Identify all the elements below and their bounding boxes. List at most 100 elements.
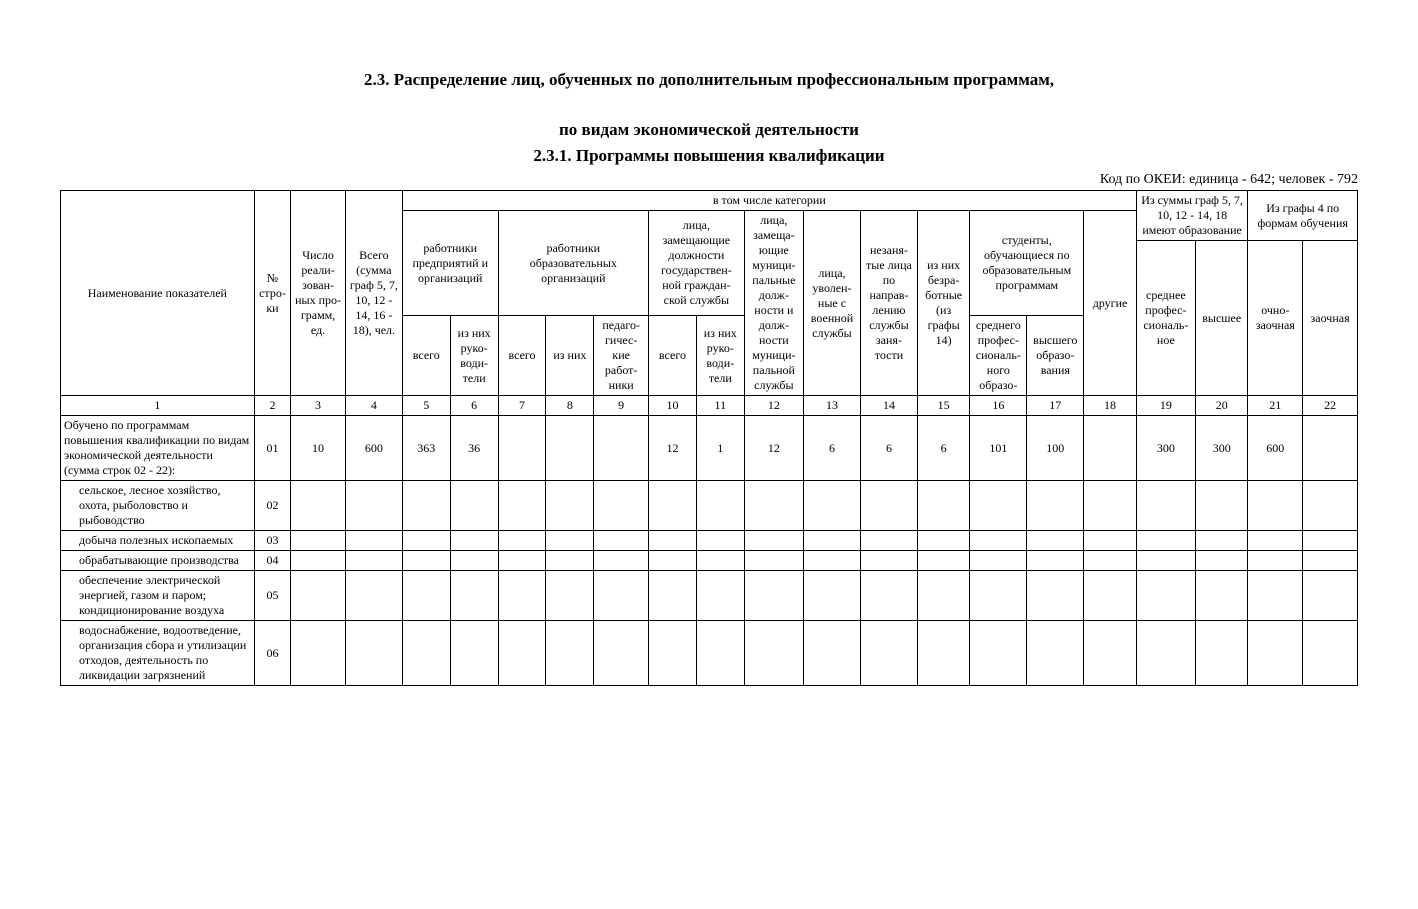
- coln-15: 15: [917, 396, 969, 416]
- cell: [594, 531, 649, 551]
- cell: [291, 551, 346, 571]
- cell: [696, 481, 744, 531]
- hdr-from-sum5: Из суммы граф 5, 7, 10, 12 - 14, 18 имею…: [1136, 191, 1248, 241]
- hdr-unemp: незаня-тые лица по направ-лению службы з…: [860, 211, 917, 396]
- cell: [291, 531, 346, 551]
- hdr-from-g4: Из графы 4 по формам обучения: [1248, 191, 1358, 241]
- cell: [402, 551, 450, 571]
- cell: [450, 481, 498, 531]
- coln-5: 5: [402, 396, 450, 416]
- cell: [498, 571, 546, 621]
- cell: [1303, 416, 1358, 481]
- hdr-ent-mgr: из них руко-води-тели: [450, 316, 498, 396]
- cell: [1303, 551, 1358, 571]
- cell: [291, 571, 346, 621]
- coln-4: 4: [345, 396, 402, 416]
- table-row: Обучено по программам повышения квалифик…: [61, 416, 1358, 481]
- cell: [594, 571, 649, 621]
- cell: [649, 571, 697, 621]
- cell: [970, 551, 1027, 571]
- cell: [860, 571, 917, 621]
- cell: [1084, 416, 1136, 481]
- cell: [1196, 481, 1248, 531]
- hdr-row-no: № стро-ки: [254, 191, 290, 396]
- cell: [696, 621, 744, 686]
- hdr-stud-spo: среднего профес-сиональ-ного образо-: [970, 316, 1027, 396]
- cell: [594, 621, 649, 686]
- table-row: обрабатывающие производства04: [61, 551, 1358, 571]
- cell: [450, 621, 498, 686]
- cell: [803, 621, 860, 686]
- hdr-edu: работники образовательных организаций: [498, 211, 648, 316]
- cell: 10: [291, 416, 346, 481]
- column-numbers-row: 1 2 3 4 5 6 7 8 9 10 11 12 13 14 15 16 1…: [61, 396, 1358, 416]
- cell: [1248, 481, 1303, 531]
- hdr-stud-vo: высшего образо-вания: [1027, 316, 1084, 396]
- cell: [345, 551, 402, 571]
- cell: [1248, 621, 1303, 686]
- cell: [450, 571, 498, 621]
- cell: [546, 621, 594, 686]
- cell: [1196, 551, 1248, 571]
- cell: [970, 531, 1027, 551]
- hdr-full-part: очно-заочная: [1248, 241, 1303, 396]
- coln-16: 16: [970, 396, 1027, 416]
- hdr-categories: в том числе категории: [402, 191, 1136, 211]
- cell: 12: [649, 416, 697, 481]
- cell: [970, 621, 1027, 686]
- cell: 1: [696, 416, 744, 481]
- coln-11: 11: [696, 396, 744, 416]
- cell: [917, 621, 969, 686]
- table-row: обеспечение электрической энергией, газо…: [61, 571, 1358, 621]
- hdr-spo: среднее профес-сиональ-ное: [1136, 241, 1195, 396]
- coln-21: 21: [1248, 396, 1303, 416]
- cell: [1084, 551, 1136, 571]
- hdr-edu-ofthem: из них: [546, 316, 594, 396]
- cell: [860, 551, 917, 571]
- cell: 300: [1196, 416, 1248, 481]
- coln-9: 9: [594, 396, 649, 416]
- cell: [917, 551, 969, 571]
- cell: [402, 621, 450, 686]
- cell: [1196, 571, 1248, 621]
- cell: [498, 531, 546, 551]
- coln-1: 1: [61, 396, 255, 416]
- hdr-distance: заочная: [1303, 241, 1358, 396]
- okei-note: Код по ОКЕИ: единица - 642; человек - 79…: [60, 172, 1358, 188]
- coln-3: 3: [291, 396, 346, 416]
- coln-10: 10: [649, 396, 697, 416]
- coln-14: 14: [860, 396, 917, 416]
- cell: [696, 531, 744, 551]
- hdr-others: другие: [1084, 211, 1136, 396]
- cell: 100: [1027, 416, 1084, 481]
- cell: [402, 531, 450, 551]
- cell: [345, 571, 402, 621]
- cell: [450, 531, 498, 551]
- coln-22: 22: [1303, 396, 1358, 416]
- hdr-state-total: всего: [649, 316, 697, 396]
- cell: [649, 551, 697, 571]
- cell: [1303, 571, 1358, 621]
- cell: [1196, 621, 1248, 686]
- hdr-name: Наименование показателей: [61, 191, 255, 396]
- coln-2: 2: [254, 396, 290, 416]
- cell: [546, 551, 594, 571]
- cell: [345, 481, 402, 531]
- coln-8: 8: [546, 396, 594, 416]
- cell: [803, 481, 860, 531]
- row-name: водоснабжение, водоотведение, организаци…: [61, 621, 255, 686]
- cell: [1027, 531, 1084, 551]
- cell: [803, 531, 860, 551]
- cell: [498, 481, 546, 531]
- cell: [450, 551, 498, 571]
- section-title: 2.3.1. Программы повышения квалификации: [60, 146, 1358, 166]
- cell: [744, 481, 803, 531]
- cell: 06: [254, 621, 290, 686]
- cell: [291, 481, 346, 531]
- coln-19: 19: [1136, 396, 1195, 416]
- hdr-of-unemp: из них безра-ботные (из графы 14): [917, 211, 969, 396]
- cell: [594, 551, 649, 571]
- coln-6: 6: [450, 396, 498, 416]
- data-table: Наименование показателей № стро-ки Число…: [60, 190, 1358, 686]
- cell: [1027, 621, 1084, 686]
